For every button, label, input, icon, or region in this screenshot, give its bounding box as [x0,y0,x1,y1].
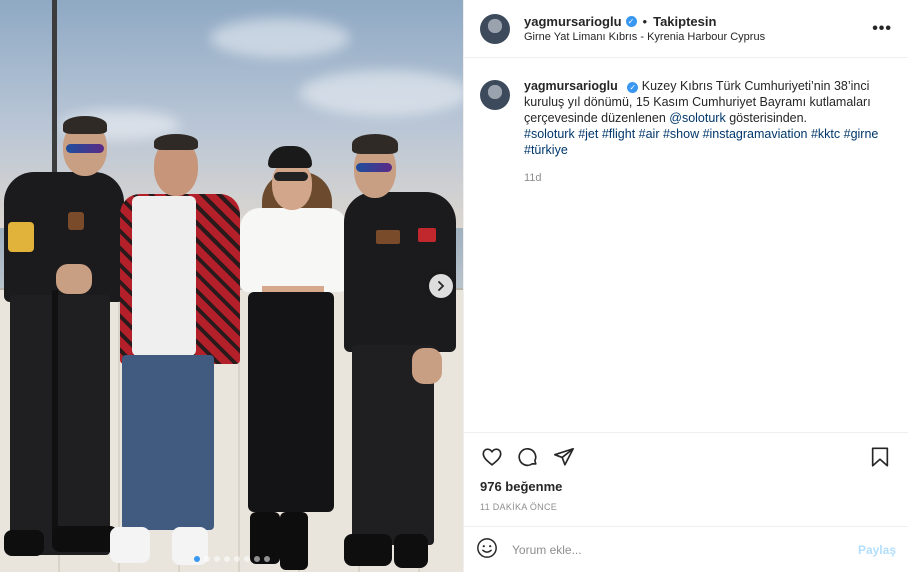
comments-section: yagmursarioglu ✓ Kuzey Kıbrıs Türk Cumhu… [464,58,908,432]
caption: yagmursarioglu ✓ Kuzey Kıbrıs Türk Cumhu… [480,78,892,186]
carousel-dot [203,556,210,562]
mention-link[interactable]: @soloturk [669,111,725,125]
carousel-dot [263,556,270,562]
caption-username[interactable]: yagmursarioglu [524,79,618,93]
comment-icon [518,448,537,467]
caption-age: 11d [524,172,542,184]
share-icon [554,447,574,466]
verified-icon: ✓ [627,82,639,93]
avatar[interactable] [480,13,510,44]
carousel-dot [193,556,200,562]
action-bar: 976 beğenme 11 DAKİKA ÖNCE [464,432,908,526]
comment-form: Paylaş [464,526,908,572]
post-time[interactable]: 11 DAKİKA ÖNCE [480,502,892,512]
username-link[interactable]: yagmursarioglu [524,14,622,29]
carousel-dot [213,556,220,562]
post-photo[interactable] [0,0,463,572]
share-button[interactable] [552,445,576,469]
more-icon[interactable]: ••• [872,20,892,38]
comment-button[interactable] [516,445,540,469]
post-sidebar: yagmursarioglu ✓ • Takiptesin Girne Yat … [463,0,908,572]
bookmark-icon [871,447,889,467]
post-modal: yagmursarioglu ✓ • Takiptesin Girne Yat … [0,0,908,572]
cloud [300,70,463,116]
carousel-dot [233,556,240,562]
location-link[interactable]: Girne Yat Limanı Kıbrıs - Kyrenia Harbou… [524,31,872,43]
post-header: yagmursarioglu ✓ • Takiptesin Girne Yat … [464,0,908,58]
hashtags[interactable]: #soloturk #jet #flight #air #show #insta… [524,126,892,158]
comment-input[interactable] [512,542,858,557]
carousel-indicator [0,556,463,562]
separator-dot: • [642,14,648,29]
caption-text: gösterisinden. [725,111,808,125]
chevron-right-icon [438,281,445,291]
carousel-dot [223,556,230,562]
post-comment-button[interactable]: Paylaş [858,543,896,557]
carousel-dot [243,556,250,562]
like-count[interactable]: 976 beğenme [480,479,892,494]
lamp-pole [52,0,57,185]
emoji-button[interactable] [476,537,498,562]
cloud [210,18,350,58]
verified-icon: ✓ [625,16,637,27]
like-button[interactable] [480,445,504,469]
emoji-icon [477,538,497,558]
avatar[interactable] [480,80,510,110]
save-button[interactable] [868,445,892,469]
follow-status[interactable]: Takiptesin [653,14,716,29]
next-photo-button[interactable] [429,274,453,298]
carousel-dot [253,556,260,562]
heart-icon [482,448,502,466]
